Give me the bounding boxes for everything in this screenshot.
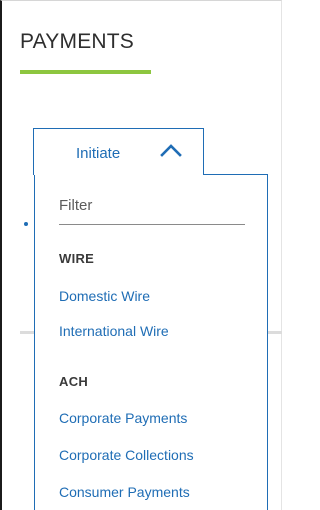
initiate-dropdown-menu: WIRE Domestic Wire International Wire AC… [34, 174, 268, 510]
filter-input[interactable] [59, 193, 245, 225]
initiate-dropdown-button[interactable]: Initiate [33, 128, 204, 175]
menu-item-consumer-payments[interactable]: Consumer Payments [59, 484, 190, 500]
initiate-label: Initiate [76, 145, 121, 162]
group-heading-ach: ACH [59, 374, 89, 389]
group-heading-wire: WIRE [59, 251, 95, 266]
menu-item-corporate-payments[interactable]: Corporate Payments [59, 410, 187, 426]
menu-item-domestic-wire[interactable]: Domestic Wire [59, 288, 150, 304]
divider-right [268, 331, 282, 334]
chevron-up-icon [160, 144, 182, 157]
menu-item-corporate-collections[interactable]: Corporate Collections [59, 447, 194, 463]
divider-left [20, 331, 34, 334]
page-title: PAYMENTS [20, 30, 135, 53]
bullet-dot [24, 222, 28, 226]
menu-item-international-wire[interactable]: International Wire [59, 323, 169, 339]
title-underline [20, 70, 151, 74]
